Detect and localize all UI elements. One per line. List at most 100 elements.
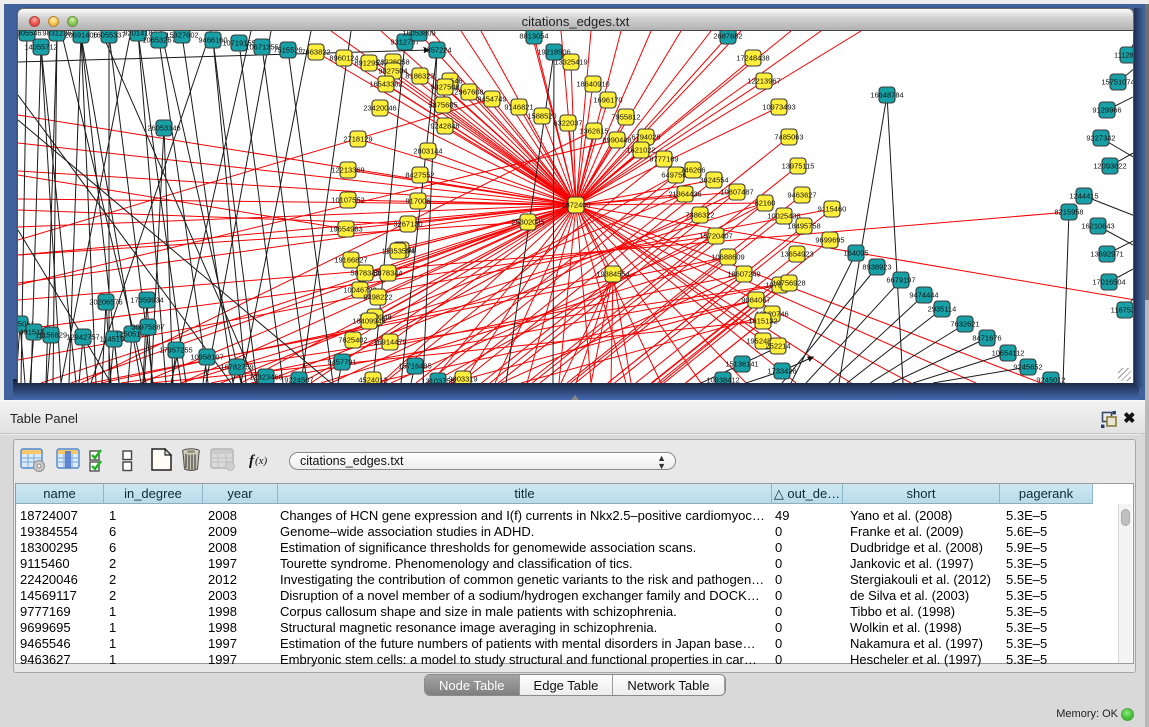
svg-text:18495758: 18495758 [787,222,820,231]
svg-text:16409949: 16409949 [352,317,385,326]
svg-text:13692971: 13692971 [1090,250,1123,259]
svg-text:4524012: 4524012 [358,376,387,384]
svg-text:15720407: 15720407 [699,232,732,241]
svg-text:2718129: 2718129 [343,135,372,144]
svg-text:9146821: 9146821 [504,103,533,112]
svg-text:12942757: 12942757 [66,333,99,342]
svg-text:9457791: 9457791 [327,358,356,367]
svg-text:9827504: 9827504 [378,67,407,76]
svg-text:26053346: 26053346 [147,124,180,133]
svg-text:8454749: 8454749 [477,95,506,104]
svg-text:10973493: 10973493 [762,103,795,112]
svg-text:7632621: 7632621 [950,320,979,329]
svg-text:16543382: 16543382 [369,80,402,89]
svg-text:19384554: 19384554 [596,270,629,279]
svg-text:30975887: 30975887 [131,323,164,332]
svg-text:9224507: 9224507 [284,376,313,384]
svg-text:1112843: 1112843 [1114,51,1134,60]
svg-text:16210643: 16210643 [1081,222,1114,231]
svg-text:10654112: 10654112 [992,349,1025,358]
svg-text:23420046: 23420046 [363,104,396,113]
svg-text:12213369: 12213369 [331,166,364,175]
svg-text:7955812: 7955812 [611,113,640,122]
svg-text:17248438: 17248438 [736,54,769,63]
svg-text:1872400: 1872400 [561,201,590,210]
svg-text:8813054: 8813054 [519,32,548,41]
svg-text:3624554: 3624554 [699,176,728,185]
svg-text:1733426: 1733426 [767,367,796,376]
svg-text:16782759: 16782759 [220,363,253,372]
svg-text:2803144: 2803144 [413,147,442,156]
svg-text:13325419: 13325419 [554,58,587,67]
svg-text:25302035: 25302035 [511,218,544,227]
svg-text:16914479: 16914479 [373,338,406,347]
svg-text:18607249: 18607249 [727,270,760,279]
svg-text:252214: 252214 [765,342,790,351]
svg-text:7515526: 7515526 [273,46,302,55]
svg-text:9003319: 9003319 [448,375,477,384]
svg-text:10107552: 10107552 [331,196,364,205]
svg-text:(x): (x) [255,455,268,467]
svg-text:10958107: 10958107 [190,353,223,362]
svg-text:16055337: 16055337 [92,31,125,40]
svg-text:2687682: 2687682 [713,32,742,41]
svg-text:9905546: 9905546 [18,31,42,38]
svg-text:11156829: 11156829 [35,331,67,340]
svg-text:5878344: 5878344 [373,269,402,278]
svg-text:12323468: 12323468 [249,373,282,382]
svg-text:10756928: 10756928 [772,279,805,288]
svg-text:746266: 746266 [680,166,705,175]
svg-text:17957255: 17957255 [159,346,192,355]
svg-text:12213967: 12213967 [747,77,780,86]
svg-text:9129966: 9129966 [1092,106,1121,115]
svg-text:9245012: 9245012 [1036,376,1065,384]
svg-text:9498222: 9498222 [363,293,392,302]
svg-text:9115460: 9115460 [818,205,847,214]
svg-text:10807487: 10807487 [720,188,753,197]
svg-text:9245652: 9245652 [1013,363,1042,372]
svg-text:6322037: 6322037 [553,119,582,128]
svg-text:9227342: 9227342 [1086,134,1115,143]
svg-text:15716485: 15716485 [398,362,431,371]
svg-text:8186323: 8186323 [405,72,434,81]
svg-text:15751074: 15751074 [1101,78,1134,87]
svg-text:9777169: 9777169 [649,155,678,164]
svg-text:7485063: 7485063 [774,133,803,142]
svg-text:13654923: 13654923 [780,250,813,259]
svg-text:20206576: 20206576 [89,298,122,307]
svg-text:7625402: 7625402 [338,336,367,345]
svg-text:15327602: 15327602 [165,31,198,40]
svg-text:18640910: 18640910 [576,80,609,89]
svg-text:6794028: 6794028 [631,133,660,142]
svg-text:62160: 62160 [755,199,776,208]
svg-text:9084067: 9084067 [741,296,770,305]
svg-text:21364436: 21364436 [668,190,701,199]
svg-text:9463627: 9463627 [787,191,816,200]
svg-text:9474444: 9474444 [909,291,938,300]
svg-text:1696170: 1696170 [593,96,622,105]
svg-text:7386322: 7386322 [685,211,714,220]
svg-text:16053809: 16053809 [402,31,435,38]
svg-text:7663822: 7663822 [301,48,330,57]
svg-text:5875685: 5875685 [428,101,457,110]
svg-text:12093822: 12093822 [1093,162,1126,171]
svg-text:1615132: 1615132 [748,317,777,326]
svg-text:8427552: 8427552 [405,171,434,180]
svg-text:8938923: 8938923 [862,263,891,272]
svg-text:11353594: 11353594 [382,247,415,256]
svg-text:13975115: 13975115 [782,162,815,171]
svg-text:10025438: 10025438 [767,212,800,221]
svg-text:8990448: 8990448 [602,136,631,145]
svg-text:8471676: 8471676 [972,334,1001,343]
svg-text:1167534: 1167534 [1111,306,1134,315]
svg-text:9242848: 9242848 [430,122,459,131]
svg-text:10688609: 10688609 [711,253,744,262]
svg-text:164095: 164095 [843,249,868,258]
svg-text:14055712: 14055712 [24,43,57,52]
svg-text:7357224: 7357224 [422,46,451,55]
svg-text:15136141: 15136141 [725,360,758,369]
svg-text:8215958: 8215958 [1054,208,1083,217]
svg-text:6679197: 6679197 [886,276,915,285]
svg-text:17359934: 17359934 [130,296,163,305]
svg-text:1244415: 1244415 [1069,192,1098,201]
